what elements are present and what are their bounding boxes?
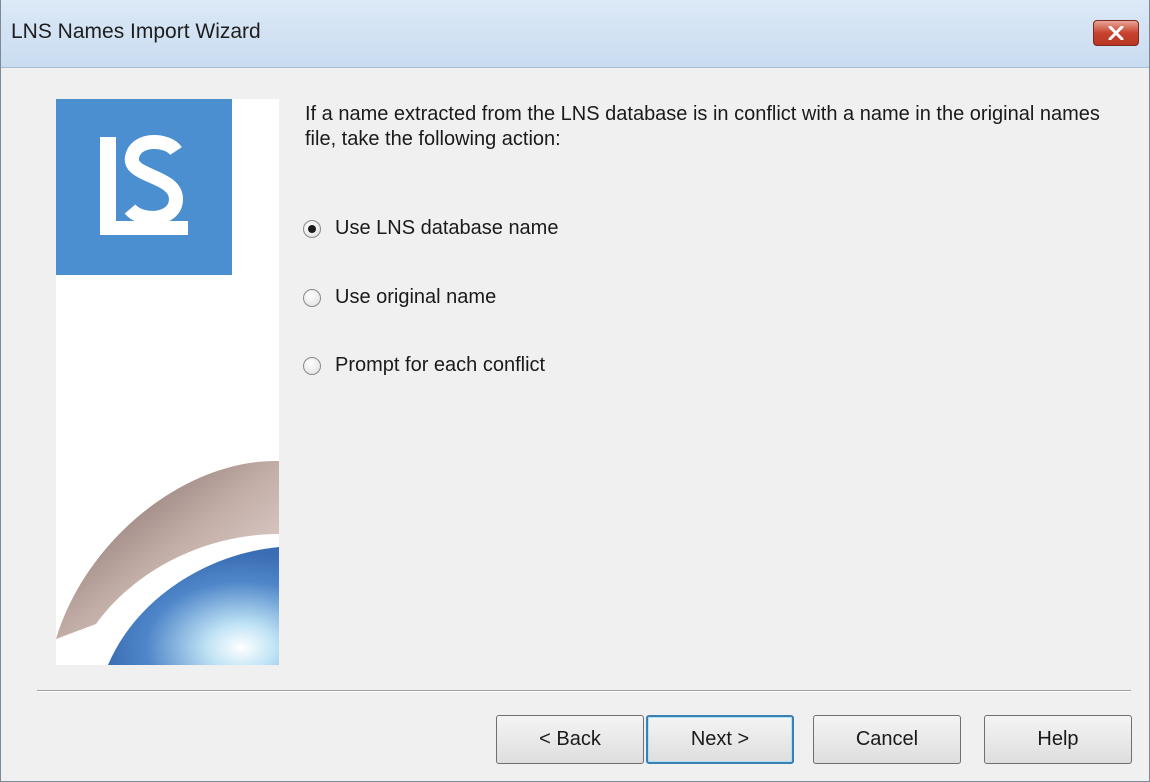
radio-selected-dot [308,224,316,233]
cancel-button[interactable]: Cancel [813,715,961,764]
close-button[interactable] [1093,20,1139,46]
title-bar: LNS Names Import Wizard [1,0,1149,68]
radio-indicator[interactable] [303,219,321,238]
radio-use-lns-database-name[interactable]: Use LNS database name [303,217,558,240]
wizard-window: LNS Names Import Wizard If a name extrac… [0,0,1150,782]
window-title: LNS Names Import Wizard [11,20,261,43]
close-icon [1108,26,1124,40]
company-logo [56,99,232,275]
radio-label: Use LNS database name [335,217,559,239]
wizard-banner-image [56,99,279,665]
separator-line [37,690,1131,692]
radio-indicator[interactable] [303,356,321,375]
radio-label: Use original name [335,286,497,308]
instruction-text: If a name extracted from the LNS databas… [305,103,1100,150]
radio-prompt-for-each-conflict[interactable]: Prompt for each conflict [303,354,545,377]
next-button[interactable]: Next > [646,715,794,764]
back-button[interactable]: < Back [496,715,644,764]
radio-indicator[interactable] [303,288,321,307]
eye-graphic-icon [56,460,279,665]
radio-use-original-name[interactable]: Use original name [303,286,496,309]
help-button[interactable]: Help [984,715,1132,764]
logo-mark-icon [100,134,188,235]
radio-label: Prompt for each conflict [335,354,546,376]
